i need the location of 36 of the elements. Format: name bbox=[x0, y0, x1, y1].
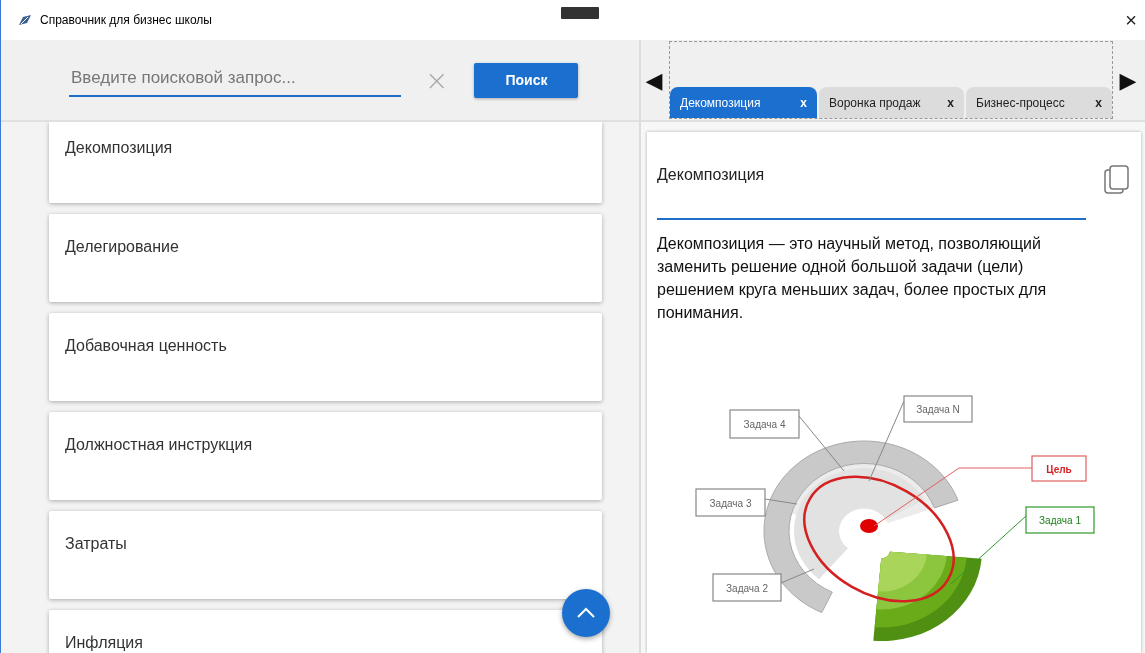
next-tab-button[interactable]: ▶ bbox=[1113, 65, 1143, 95]
search-field[interactable]: Введите поисковой запрос... bbox=[69, 67, 401, 97]
term-card[interactable]: Инфляция bbox=[49, 610, 602, 653]
leader-line bbox=[798, 415, 845, 472]
search-button[interactable]: Поиск bbox=[474, 62, 579, 98]
diagram-label: Задача N bbox=[903, 395, 973, 423]
chevron-up-icon bbox=[576, 607, 596, 619]
tab-label: Бизнес-процесс bbox=[976, 95, 1066, 110]
app-icon bbox=[18, 14, 32, 26]
tab-close-button[interactable]: x bbox=[1093, 95, 1104, 110]
tab-label: Воронка продаж bbox=[829, 95, 922, 110]
term-card[interactable]: Добавочная ценность bbox=[49, 313, 602, 401]
tab[interactable]: Воронка продаж x bbox=[819, 87, 964, 118]
leader-line bbox=[764, 498, 798, 505]
tab[interactable]: Декомпозиция x bbox=[670, 87, 817, 118]
diagram-label: Цель bbox=[1031, 455, 1087, 482]
term-card[interactable]: Должностная инструкция bbox=[49, 412, 602, 500]
leader-line bbox=[780, 568, 815, 584]
tab-label: Декомпозиция bbox=[680, 95, 762, 110]
previous-tab-button[interactable]: ◀ bbox=[639, 65, 669, 95]
diagram-label: Задача 1 bbox=[1025, 506, 1095, 534]
article-text: Декомпозиция — это научный метод, позволяющий заменить решение одной большой задачи (цели) решением круга меньших задач, более простых для понимания. bbox=[657, 234, 1048, 323]
diagram-label: Задача 4 bbox=[729, 409, 800, 439]
article-title: Декомпозиция bbox=[657, 166, 765, 184]
diagram-label: Задача 3 bbox=[695, 488, 766, 517]
drag-handle[interactable] bbox=[561, 7, 599, 19]
diagram-label: Задача 2 bbox=[712, 573, 782, 602]
term-card[interactable]: Делегирование bbox=[49, 214, 602, 302]
term-card[interactable]: Затраты bbox=[49, 511, 602, 599]
close-button[interactable]: × bbox=[1119, 8, 1143, 32]
copy-icon[interactable] bbox=[1104, 165, 1130, 195]
tab-close-button[interactable]: x bbox=[798, 95, 809, 110]
tab-close-button[interactable]: x bbox=[945, 95, 956, 110]
window-title: Справочник для бизнес школы bbox=[40, 13, 212, 27]
term-card[interactable]: Декомпозиция bbox=[49, 122, 602, 203]
tab[interactable]: Бизнес-процесс x bbox=[966, 87, 1112, 118]
